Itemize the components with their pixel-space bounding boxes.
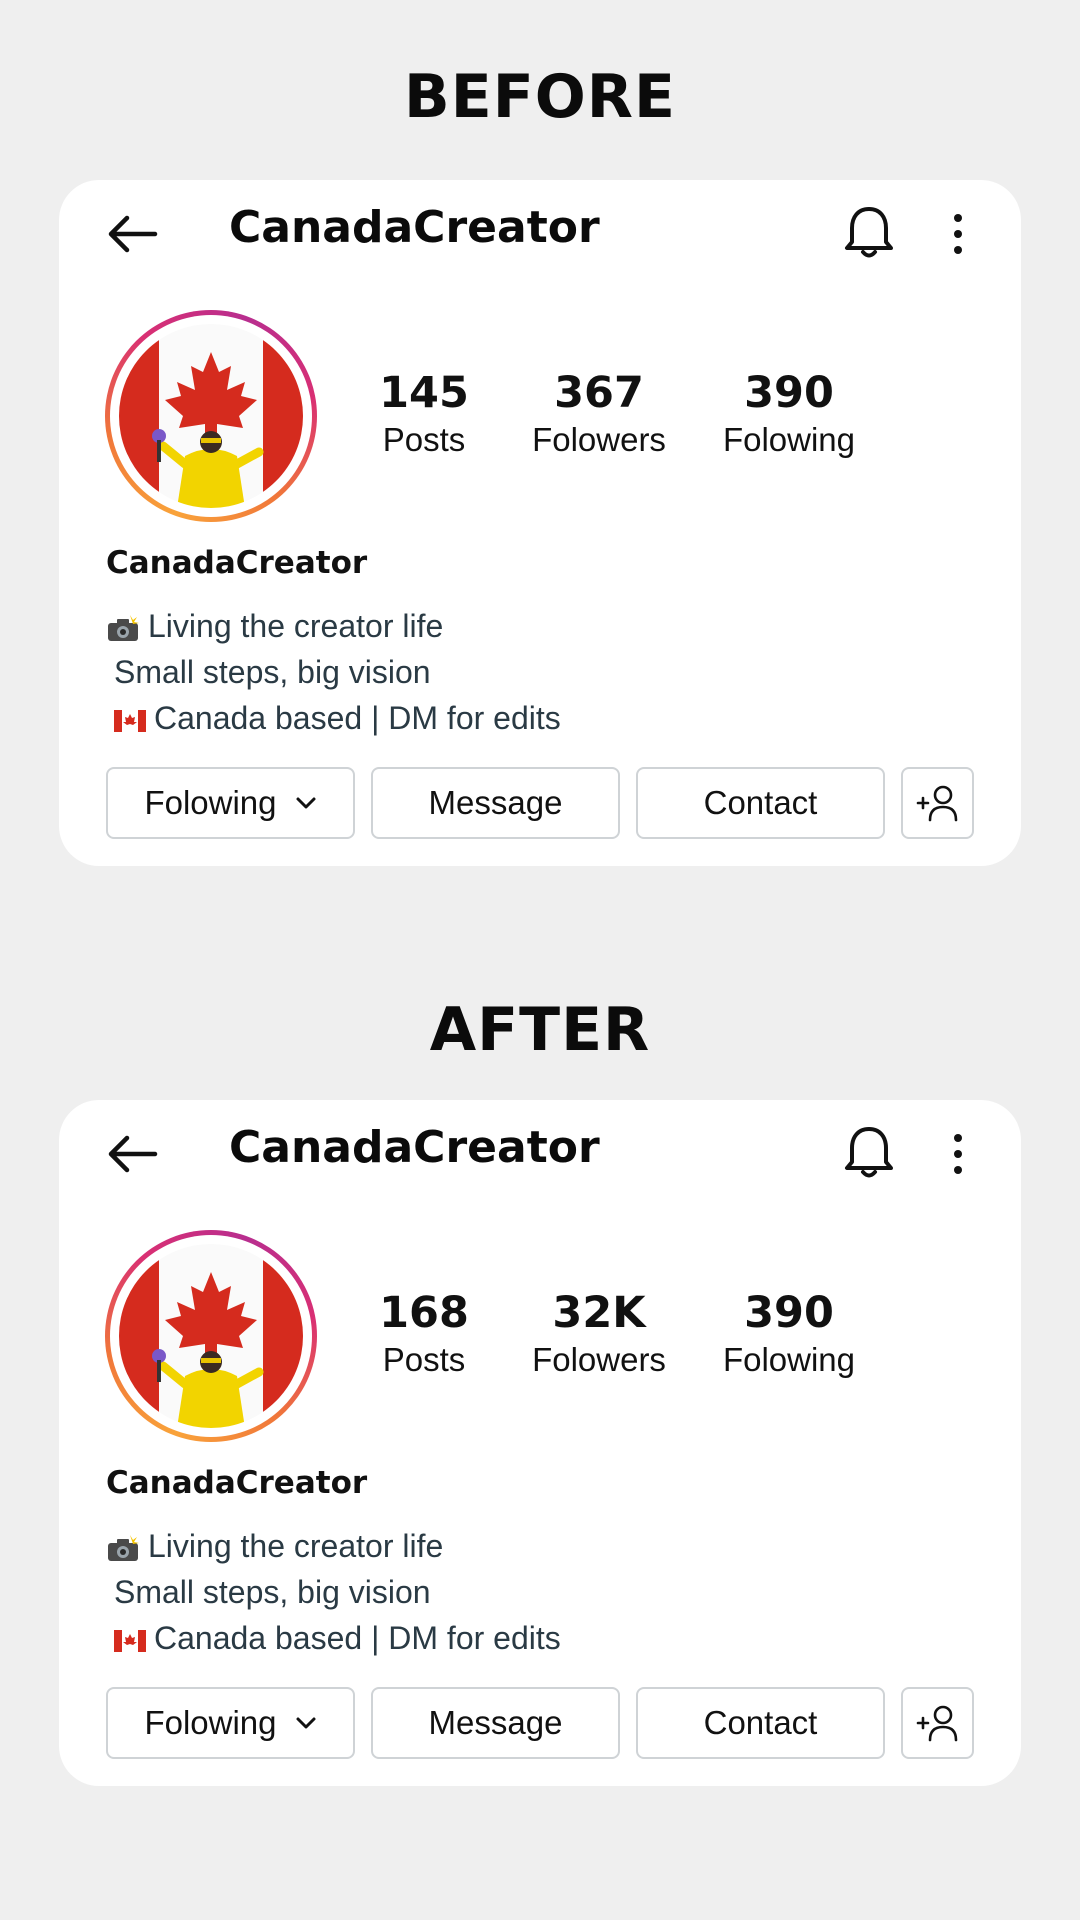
message-button[interactable]: Message: [371, 1687, 620, 1759]
profile-handle: CanadaCreator: [229, 202, 600, 253]
arrow-left-icon[interactable]: [103, 1124, 163, 1184]
bell-icon[interactable]: [839, 202, 899, 262]
add-user-icon: [916, 785, 957, 822]
stat-posts-value: 145: [379, 368, 469, 418]
stat-following-value: 390: [744, 1288, 834, 1338]
bio-line: Living the creator life: [106, 1528, 443, 1565]
bio-line-text: Canada based | DM for edits: [154, 1620, 561, 1656]
following-dropdown-button[interactable]: Folowing: [106, 767, 355, 839]
camera-flash-icon: [108, 1534, 139, 1561]
profile-handle: CanadaCreator: [229, 1122, 600, 1173]
camera-flash-icon: [108, 614, 139, 641]
bio-line-text: Small steps, big vision: [114, 654, 431, 690]
stat-following-label: Folowing: [722, 421, 856, 458]
stat-posts-label: Posts: [382, 1341, 466, 1378]
stat-followers-label: Folowers: [532, 1341, 666, 1378]
contact-button[interactable]: Contact: [636, 1687, 885, 1759]
stat-following-label: Folowing: [722, 1341, 856, 1378]
contact-button[interactable]: Contact: [636, 767, 885, 839]
stat-following[interactable]: 390 Folowing: [699, 1288, 879, 1382]
avatar[interactable]: [105, 310, 317, 522]
bio-line-text: Small steps, big vision: [114, 1574, 431, 1610]
bio-line: Living the creator life: [106, 608, 443, 645]
message-button[interactable]: Message: [371, 767, 620, 839]
stat-followers-label: Folowers: [532, 421, 666, 458]
canada-flag-icon: [114, 709, 146, 732]
stat-following[interactable]: 390 Folowing: [699, 368, 879, 462]
stat-followers[interactable]: 367 Folowers: [514, 368, 684, 462]
following-dropdown-button[interactable]: Folowing: [106, 1687, 355, 1759]
stat-posts[interactable]: 168 Posts: [369, 1288, 479, 1382]
stat-followers-value: 367: [554, 368, 644, 418]
avatar[interactable]: [105, 1230, 317, 1442]
bio-line-text: Living the creator life: [148, 1528, 444, 1564]
stat-following-value: 390: [744, 368, 834, 418]
chevron-down-icon: [296, 1717, 316, 1729]
display-name: CanadaCreator: [106, 545, 368, 581]
stat-followers-value: 32K: [552, 1288, 646, 1338]
arrow-left-icon[interactable]: [103, 204, 163, 264]
more-vertical-icon[interactable]: [943, 1124, 973, 1184]
more-vertical-icon[interactable]: [943, 204, 973, 264]
add-user-button[interactable]: [901, 1687, 974, 1759]
canada-flag-icon: [114, 1629, 146, 1652]
following-button-label: Folowing: [144, 1704, 277, 1741]
chevron-down-icon: [296, 797, 316, 809]
section-heading-after: AFTER: [429, 995, 651, 1065]
canada-flag-avatar: [119, 324, 303, 508]
bio-line-text: Canada based | DM for edits: [154, 700, 561, 736]
following-button-label: Folowing: [144, 784, 277, 821]
stat-posts-label: Posts: [382, 421, 466, 458]
profile-card-before: CanadaCreator 145 Posts 367 Folowers 390…: [59, 180, 1021, 866]
bio-line-text: Living the creator life: [148, 608, 444, 644]
stat-followers[interactable]: 32K Folowers: [514, 1288, 684, 1382]
bell-icon[interactable]: [839, 1122, 899, 1182]
bio-line: Canada based | DM for edits: [114, 700, 561, 737]
bio-line: Canada based | DM for edits: [114, 1620, 561, 1657]
display-name: CanadaCreator: [106, 1465, 368, 1501]
canada-flag-avatar: [119, 1244, 303, 1428]
stat-posts-value: 168: [379, 1288, 469, 1338]
add-user-button[interactable]: [901, 767, 974, 839]
section-heading-before: BEFORE: [404, 62, 676, 132]
profile-card-after: CanadaCreator 168 Posts 32K Folowers 390…: [59, 1100, 1021, 1786]
stat-posts[interactable]: 145 Posts: [369, 368, 479, 462]
add-user-icon: [916, 1705, 957, 1742]
